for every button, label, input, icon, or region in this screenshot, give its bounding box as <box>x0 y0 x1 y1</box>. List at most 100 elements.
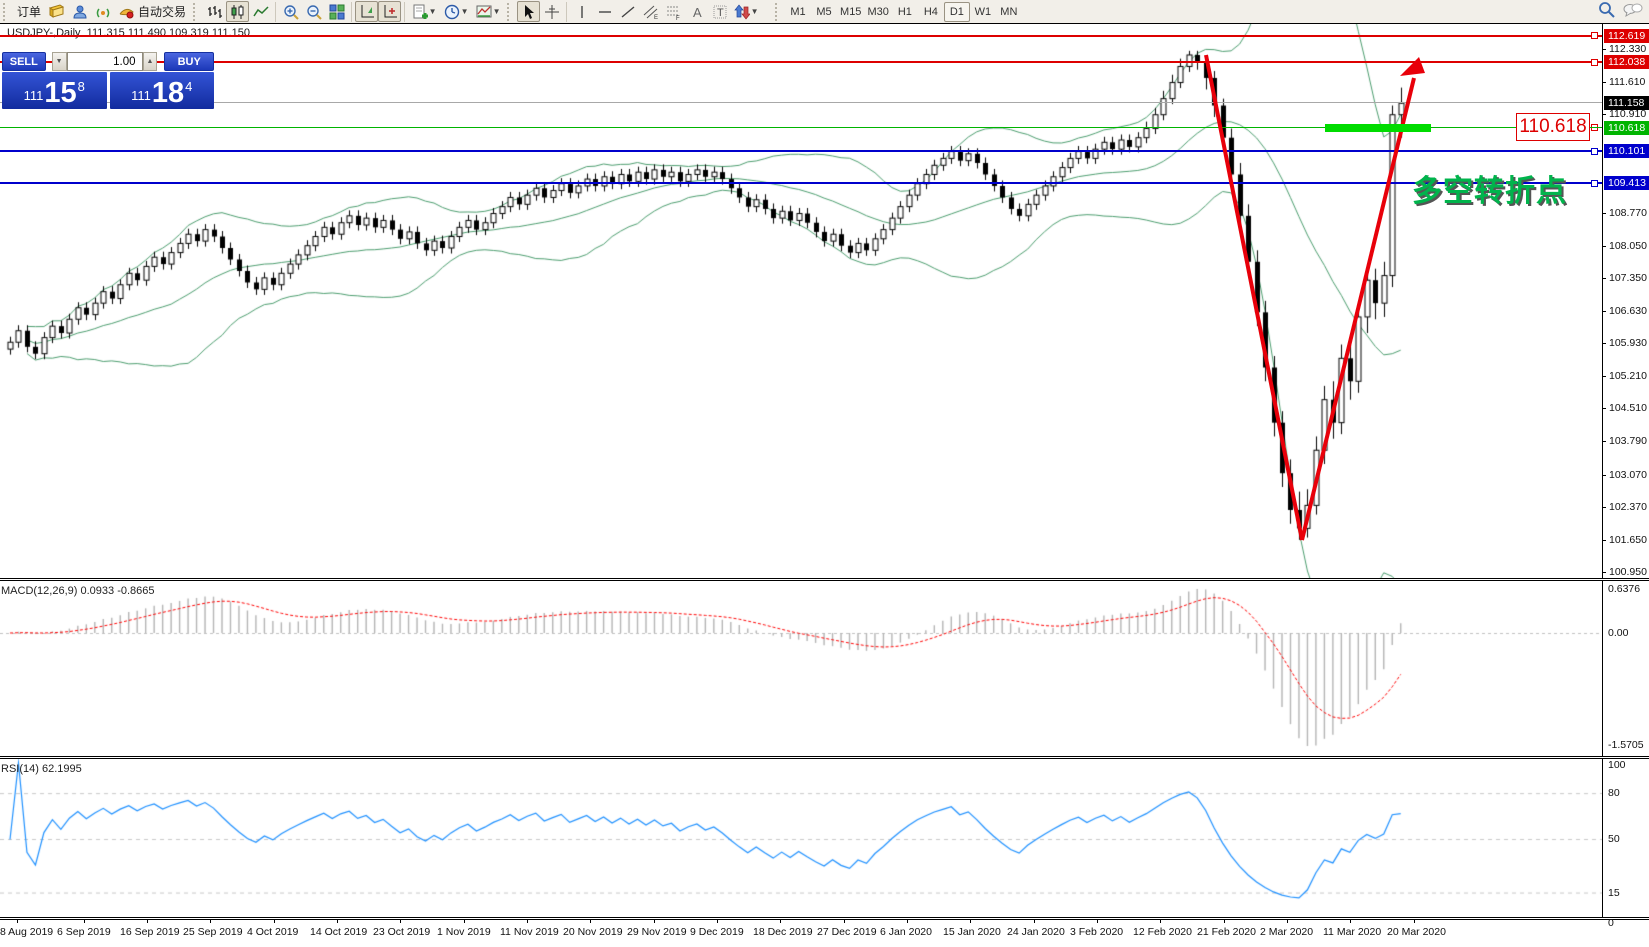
accounts-button[interactable] <box>68 1 91 22</box>
trendline-button[interactable] <box>616 1 639 22</box>
price-chart-surface[interactable] <box>0 24 1602 578</box>
price-tag-112.619: 112.619 <box>1604 28 1649 43</box>
indicator-list-button[interactable] <box>378 1 402 22</box>
rsi-label: RSI(14) 62.1995 <box>1 763 82 775</box>
text-label-icon: T <box>713 5 727 19</box>
timeframe-toolbar: M1 M5 M15 M30 H1 H4 D1 W1 MN <box>785 1 1022 22</box>
crosshair-button[interactable] <box>540 1 563 22</box>
price-tick-label: 103.790 <box>1609 435 1647 448</box>
new-chart-button[interactable]: ▼ <box>408 1 440 22</box>
indicator-window-button[interactable] <box>355 1 379 22</box>
zoom-in-button[interactable] <box>279 1 302 22</box>
order-label[interactable]: 订单 <box>13 3 45 20</box>
period-clock-button[interactable]: ▼ <box>440 1 472 22</box>
trendline-icon <box>621 5 634 18</box>
shapes-button[interactable]: ▼ <box>731 1 761 22</box>
panel-separator[interactable] <box>0 578 1649 581</box>
buy-price-point: 4 <box>185 79 193 94</box>
cursor-icon <box>524 4 534 19</box>
timeframe-H4[interactable]: H4 <box>918 2 944 22</box>
trading-terminal: 订单 自动交易 ▼ ▼ ▼ E F A T ▼ M1 M5 M15 M30 H1 H4 D1… <box>0 0 1649 947</box>
text-icon: A <box>693 5 702 20</box>
date-axis[interactable]: 8 Aug 2019 6 Sep 2019 16 Sep 2019 25 Sep 20… <box>0 919 1649 947</box>
price-tick-label: 111.610 <box>1609 76 1646 89</box>
macd-axis-zero: 0.00 <box>1608 627 1629 639</box>
price-tick-label: 108.050 <box>1609 239 1647 252</box>
sell-button[interactable]: SELL <box>2 52 46 71</box>
price-tick-mark <box>1603 245 1606 247</box>
timeframe-M30[interactable]: M30 <box>864 2 891 22</box>
candlestick-chart-button[interactable] <box>226 1 250 22</box>
toolbar-grip[interactable] <box>193 2 200 21</box>
history-book-button[interactable] <box>45 1 68 22</box>
thick-green-level-bar[interactable] <box>1325 124 1431 132</box>
new-chart-icon <box>413 4 428 19</box>
cursor-button[interactable] <box>517 1 541 22</box>
price-tick-label: 106.630 <box>1609 304 1647 317</box>
line-anchor-marker[interactable] <box>1591 58 1598 66</box>
sell-price-panel[interactable]: 111 15 8 <box>2 72 107 109</box>
templates-button[interactable]: ▼ <box>472 1 504 22</box>
line-anchor-marker[interactable] <box>1591 32 1598 40</box>
level-line-109.413[interactable] <box>0 182 1602 185</box>
turning-point-annotation[interactable]: 多空转折点 <box>1412 166 1567 210</box>
date-label: 11 Mar 2020 <box>1323 926 1382 938</box>
price-tick-label: 103.070 <box>1609 468 1647 481</box>
date-label: 8 Aug 2019 <box>0 926 54 938</box>
zoom-out-button[interactable] <box>302 1 325 22</box>
signals-icon <box>96 8 109 17</box>
timeframe-D1[interactable]: D1 <box>943 1 970 22</box>
timeframe-H1[interactable]: H1 <box>892 2 918 22</box>
price-axis[interactable]: 112.330 111.610 110.910 108.770 108.050 107.3… <box>1602 24 1649 919</box>
timeframe-W1[interactable]: W1 <box>970 2 996 22</box>
toolbar-grip[interactable] <box>3 2 10 21</box>
channel-button[interactable]: E <box>639 1 662 22</box>
chat-icon[interactable] <box>1623 2 1643 18</box>
sell-price-whole: 111 <box>23 88 44 103</box>
line-anchor-marker[interactable] <box>1591 147 1598 155</box>
macd-panel-surface[interactable] <box>0 581 1602 756</box>
buy-price-panel[interactable]: 111 18 4 <box>109 72 214 109</box>
fibonacci-button[interactable]: F <box>662 1 685 22</box>
timeframe-M1[interactable]: M1 <box>785 2 811 22</box>
price-tick-label: 105.930 <box>1609 337 1647 350</box>
text-button[interactable]: A <box>685 1 708 22</box>
price-tick-mark <box>1603 49 1606 50</box>
volume-increase-stepper[interactable]: ▲ <box>142 52 158 71</box>
timeframe-MN[interactable]: MN <box>996 2 1022 22</box>
indicator-window-icon <box>361 4 374 17</box>
line-chart-button[interactable] <box>249 1 272 22</box>
toolbar-grip[interactable] <box>507 2 514 21</box>
level-line-110.101[interactable] <box>0 150 1602 153</box>
price-tick-mark <box>1603 82 1606 84</box>
price-tick-label: 101.650 <box>1609 533 1647 546</box>
signals-button[interactable] <box>91 1 114 22</box>
level-line-112.038[interactable] <box>0 61 1602 64</box>
buy-button[interactable]: BUY <box>164 52 215 71</box>
vertical-line-button[interactable] <box>570 1 593 22</box>
level-line-112.619[interactable] <box>0 34 1602 37</box>
autotrading-hat-icon <box>119 8 134 19</box>
price-tick-mark <box>1603 310 1606 312</box>
price-annotation-box[interactable]: 110.618 <box>1516 113 1590 141</box>
templates-icon <box>476 5 492 17</box>
price-tag-110.101: 110.101 <box>1604 144 1649 159</box>
volume-decrease-stepper[interactable]: ▼ <box>51 52 67 71</box>
panel-separator[interactable] <box>0 756 1649 759</box>
text-label-button[interactable]: T <box>708 1 731 22</box>
svg-text:A: A <box>693 5 702 20</box>
timeframe-M5[interactable]: M5 <box>811 2 837 22</box>
rsi-panel-surface[interactable] <box>0 759 1602 917</box>
line-anchor-marker[interactable] <box>1591 179 1598 187</box>
timeframe-M15[interactable]: M15 <box>837 2 864 22</box>
price-tick-mark <box>1603 343 1606 345</box>
search-icon[interactable] <box>1598 1 1615 18</box>
toolbar-grip[interactable] <box>775 2 782 21</box>
tile-windows-button[interactable] <box>325 1 348 22</box>
bar-chart-button[interactable] <box>203 1 226 22</box>
sell-price-pips: 15 <box>44 77 77 109</box>
horizontal-line-button[interactable] <box>593 1 616 22</box>
level-line-111.158[interactable] <box>0 102 1602 104</box>
volume-input[interactable] <box>66 52 143 71</box>
autotrading-button[interactable]: 自动交易 <box>114 3 190 20</box>
